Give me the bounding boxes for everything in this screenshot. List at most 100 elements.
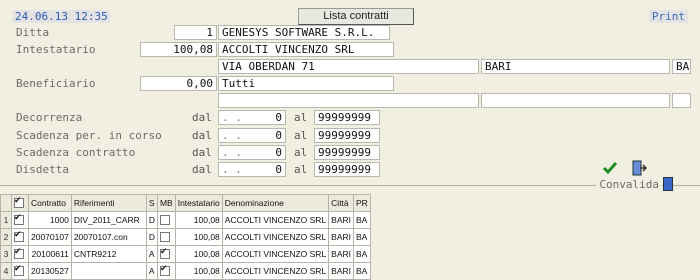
cell-citta: BARI <box>328 211 355 229</box>
exit-door-icon[interactable] <box>631 160 648 176</box>
disdetta-al-label: al <box>294 163 308 176</box>
disdetta-label: Disdetta <box>16 163 69 176</box>
col-citta[interactable]: Città <box>328 194 355 212</box>
scadenza-periodo-label: Scadenza per. in corso <box>16 129 162 142</box>
col-intestatario[interactable]: Intestatario <box>174 194 223 212</box>
disdetta-al-field[interactable]: 99999999 <box>314 162 380 177</box>
row-select-checkbox[interactable] <box>11 211 29 229</box>
cell-s: D <box>145 228 158 246</box>
beneficiario-label: Beneficiario <box>16 77 96 90</box>
scadenza-contratto-al-label: al <box>294 146 308 159</box>
col-riferimenti[interactable]: Riferimenti <box>70 194 147 212</box>
cell-citta: BARI <box>328 228 355 246</box>
cell-mb-checkbox[interactable] <box>156 262 176 280</box>
datetime-display: 24.06.13 12:35 <box>13 10 110 23</box>
ditta-label: Ditta <box>16 26 50 39</box>
disdetta-dal-label: dal <box>192 163 212 176</box>
row-number: 3 <box>0 245 12 263</box>
row-number: 2 <box>0 228 12 246</box>
scadenza-periodo-al-label: al <box>294 129 308 142</box>
cell-pr: BA <box>353 228 372 246</box>
row-select-checkbox[interactable] <box>11 228 29 246</box>
cell-denominazione: ACCOLTI VINCENZO SRL <box>221 245 330 263</box>
decorrenza-al-label: al <box>294 111 308 124</box>
decorrenza-dal-field[interactable]: . .0 <box>218 110 286 125</box>
intestatario-province-field[interactable]: BA <box>672 59 691 74</box>
col-rownum <box>0 194 12 212</box>
contracts-table: Contratto Riferimenti S MB Intestatario … <box>0 194 372 280</box>
cell-contratto: 1000 <box>28 211 72 229</box>
cell-pr: BA <box>353 262 372 280</box>
print-button[interactable]: Print <box>648 10 688 23</box>
convalida-indicator[interactable] <box>663 177 673 191</box>
cell-denominazione: ACCOLTI VINCENZO SRL <box>221 211 330 229</box>
col-contratto[interactable]: Contratto <box>28 194 72 212</box>
scadenza-contratto-al-field[interactable]: 99999999 <box>314 145 380 160</box>
row-number: 4 <box>0 262 12 280</box>
intestatario-name-field[interactable]: ACCOLTI VINCENZO SRL <box>218 42 394 57</box>
cell-s: A <box>145 245 158 263</box>
cell-mb-checkbox[interactable] <box>156 211 176 229</box>
cell-contratto: 20070107 <box>28 228 72 246</box>
beneficiario-province-field[interactable] <box>672 93 691 108</box>
cell-s: D <box>145 211 158 229</box>
table-row[interactable]: 4 20130527 A 100,08 ACCOLTI VINCENZO SRL… <box>0 262 372 280</box>
row-select-checkbox[interactable] <box>11 262 29 280</box>
decorrenza-al-field[interactable]: 99999999 <box>314 110 380 125</box>
row-number: 1 <box>0 211 12 229</box>
beneficiario-name-field[interactable]: Tutti <box>218 76 394 91</box>
table-row[interactable]: 2 20070107 20070107.con D 100,08 ACCOLTI… <box>0 228 372 246</box>
cell-s: A <box>145 262 158 280</box>
col-select[interactable] <box>11 194 29 212</box>
cell-citta: BARI <box>328 245 355 263</box>
cell-riferimenti: CNTR9212 <box>70 245 147 263</box>
intestatario-city-field[interactable]: BARI <box>481 59 670 74</box>
separator-line <box>0 185 700 186</box>
beneficiario-code-field[interactable]: 0,00 <box>140 76 217 91</box>
cell-denominazione: ACCOLTI VINCENZO SRL <box>221 228 330 246</box>
scadenza-contratto-label: Scadenza contratto <box>16 146 136 159</box>
decorrenza-label: Decorrenza <box>16 111 83 124</box>
cell-intestatario: 100,08 <box>174 245 223 263</box>
table-row[interactable]: 1 1000 DIV_2011_CARR D 100,08 ACCOLTI VI… <box>0 211 372 229</box>
col-mb[interactable]: MB <box>156 194 176 212</box>
scadenza-contratto-dal-field[interactable]: . .0 <box>218 145 286 160</box>
row-select-checkbox[interactable] <box>11 245 29 263</box>
beneficiario-city-field[interactable] <box>481 93 670 108</box>
scadenza-contratto-dal-label: dal <box>192 146 212 159</box>
cell-intestatario: 100,08 <box>174 211 223 229</box>
cell-pr: BA <box>353 211 372 229</box>
cell-denominazione: ACCOLTI VINCENZO SRL <box>221 262 330 280</box>
table-row[interactable]: 3 20100611 CNTR9212 A 100,08 ACCOLTI VIN… <box>0 245 372 263</box>
col-s[interactable]: S <box>145 194 158 212</box>
confirm-check-icon[interactable] <box>602 160 618 176</box>
cell-riferimenti: DIV_2011_CARR <box>70 211 147 229</box>
scadenza-periodo-dal-label: dal <box>192 129 212 142</box>
cell-contratto: 20130527 <box>28 262 72 280</box>
cell-contratto: 20100611 <box>28 245 72 263</box>
cell-pr: BA <box>353 245 372 263</box>
convalida-label: Convalida <box>596 178 662 191</box>
cell-citta: BARI <box>328 262 355 280</box>
cell-riferimenti: 20070107.con <box>70 228 147 246</box>
scadenza-periodo-al-field[interactable]: 99999999 <box>314 128 380 143</box>
disdetta-dal-field[interactable]: . .0 <box>218 162 286 177</box>
table-header-row: Contratto Riferimenti S MB Intestatario … <box>0 194 372 212</box>
cell-intestatario: 100,08 <box>174 262 223 280</box>
intestatario-code-field[interactable]: 100,08 <box>140 42 217 57</box>
ditta-code-field[interactable]: 1 <box>174 25 217 40</box>
intestatario-address-field[interactable]: VIA OBERDAN 71 <box>218 59 479 74</box>
cell-mb-checkbox[interactable] <box>156 228 176 246</box>
beneficiario-address-field[interactable] <box>218 93 479 108</box>
col-pr[interactable]: PR <box>353 194 372 212</box>
col-denominazione[interactable]: Denominazione <box>221 194 330 212</box>
cell-intestatario: 100,08 <box>174 228 223 246</box>
intestatario-label: Intestatario <box>16 43 96 56</box>
select-all-checkbox <box>14 196 24 209</box>
list-title-button[interactable]: Lista contratti <box>298 8 414 25</box>
ditta-name-field[interactable]: GENESYS SOFTWARE S.R.L. <box>218 25 390 40</box>
scadenza-periodo-dal-field[interactable]: . .0 <box>218 128 286 143</box>
decorrenza-dal-label: dal <box>192 111 212 124</box>
cell-riferimenti <box>70 262 147 280</box>
cell-mb-checkbox[interactable] <box>156 245 176 263</box>
